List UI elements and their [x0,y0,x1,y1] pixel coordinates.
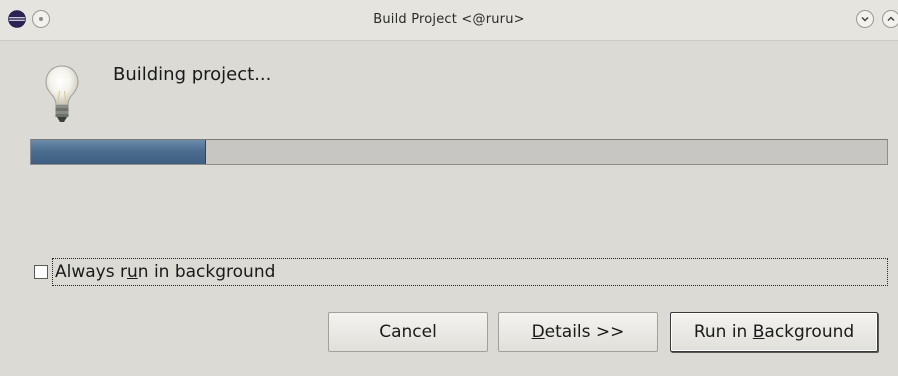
run-in-background-row[interactable]: Always run in background [32,258,888,286]
window-title: Build Project <@ruru> [373,12,525,27]
checkbox-label-part: n in background [137,262,276,282]
run-button-label: Run in [693,322,753,342]
title-bar: Build Project <@ruru> [0,0,898,41]
status-message: Building project... [113,64,272,85]
run-button-mnemonic: B [752,322,765,342]
run-in-background-label[interactable]: Always run in background [52,258,888,286]
checkbox-label-mnemonic: u [126,262,138,282]
lightbulb-icon [45,65,79,122]
run-button-label: ackground [764,322,855,342]
run-in-background-checkbox[interactable] [34,265,48,279]
chevron-up-icon [887,16,895,22]
maximize-button[interactable] [882,10,898,28]
chevron-down-icon [861,16,869,22]
cancel-button[interactable]: Cancel [328,312,488,352]
progress-bar [30,139,888,165]
cancel-button-label: Cancel [379,322,437,342]
details-button-mnemonic: D [531,322,545,342]
progress-bar-fill [31,140,206,164]
details-button-label: etails >> [544,322,625,342]
run-in-background-button[interactable]: Run in Background [670,312,878,352]
checkbox-label-part: Always r [55,262,127,282]
details-button[interactable]: Details >> [498,312,658,352]
minimize-button[interactable] [856,10,874,28]
